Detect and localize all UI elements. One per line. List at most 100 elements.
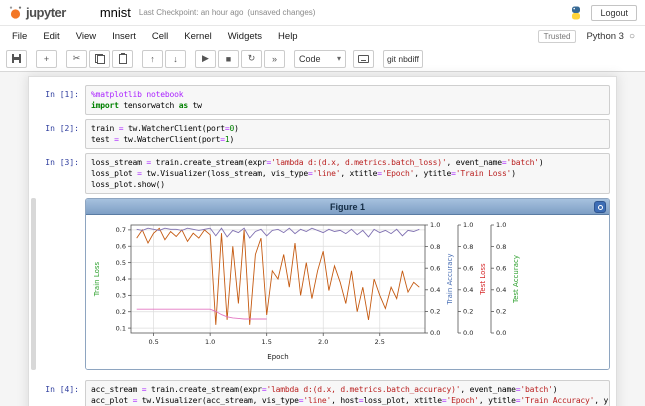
cell-code-input[interactable]: acc_stream = train.create_stream(expr='l… [85,380,610,406]
figure-titlebar[interactable]: Figure 1 [86,199,609,215]
command-palette-button[interactable] [353,50,374,68]
restart-kernel-button[interactable]: ↻ [241,50,262,68]
figure-close-button[interactable] [594,201,606,213]
menu-file[interactable]: File [4,28,35,45]
cells-top: In [1]:%matplotlib notebook import tenso… [29,83,616,196]
copy-icon [95,54,105,64]
move-cell-down-button[interactable]: ↓ [165,50,186,68]
svg-text:0.8: 0.8 [496,243,506,251]
menu-edit[interactable]: Edit [35,28,67,45]
svg-text:1.5: 1.5 [262,338,272,346]
arrow-up-icon: ↑ [150,54,155,64]
code-cell[interactable]: In [4]:acc_stream = train.create_stream(… [29,378,616,406]
scissors-icon: ✂ [73,53,81,64]
menu-bar: File Edit View Insert Cell Kernel Widget… [0,26,645,46]
svg-text:2.0: 2.0 [318,338,328,346]
svg-text:0.2: 0.2 [496,308,506,316]
svg-text:0.4: 0.4 [430,286,440,294]
trusted-badge: Trusted [538,30,577,43]
plus-icon: + [44,54,49,64]
figure-title: Figure 1 [330,202,365,212]
svg-text:0.4: 0.4 [116,275,126,283]
cell-code-input[interactable]: %matplotlib notebook import tensorwatch … [85,85,610,115]
svg-text:2.5: 2.5 [375,338,385,346]
stop-icon: ■ [226,54,231,64]
cell-prompt: In [3]: [35,153,85,194]
jupyter-logo-text: jupyter [26,5,66,20]
restart-run-all-button[interactable]: » [264,50,285,68]
figure-plot: 0.51.01.52.02.5Epoch0.10.20.30.40.50.60.… [89,217,607,367]
notebook-title[interactable]: mnist [100,5,131,20]
menu-view[interactable]: View [68,28,104,45]
svg-text:Train Loss: Train Loss [93,261,101,297]
svg-text:0.6: 0.6 [463,264,473,272]
svg-text:Train Accuracy: Train Accuracy [446,254,454,306]
svg-text:0.5: 0.5 [148,338,158,346]
interrupt-kernel-button[interactable]: ■ [218,50,239,68]
svg-text:1.0: 1.0 [430,221,440,229]
svg-text:1.0: 1.0 [463,221,473,229]
svg-text:0.6: 0.6 [430,264,440,272]
jupyter-logo[interactable]: jupyter [8,5,66,20]
cut-cell-button[interactable]: ✂ [66,50,87,68]
chevron-down-icon: ▾ [337,54,341,63]
arrow-down-icon: ↓ [173,54,178,64]
menu-insert[interactable]: Insert [104,28,144,45]
cell-code-input[interactable]: train = tw.WatcherClient(port=0) test = … [85,119,610,149]
power-icon [598,205,603,210]
python-logo-icon [569,6,583,20]
restart-icon: ↻ [248,53,256,64]
fast-forward-icon: » [272,54,277,64]
notebook-toolbar: + ✂ ↑ ↓ ▶ ■ ↻ » Code ▾ git nbdiff [0,46,645,72]
svg-text:0.4: 0.4 [463,286,473,294]
save-icon [12,54,21,63]
svg-text:0.0: 0.0 [463,329,473,337]
cell-code-input[interactable]: loss_stream = train.create_stream(expr='… [85,153,610,194]
keyboard-icon [358,55,369,63]
jupyter-window: jupyter mnist Last Checkpoint: an hour a… [0,0,645,406]
copy-cell-button[interactable] [89,50,110,68]
code-cell[interactable]: In [1]:%matplotlib notebook import tenso… [29,83,616,117]
cells-bottom: In [4]:acc_stream = train.create_stream(… [29,378,616,406]
svg-text:0.3: 0.3 [116,292,126,300]
svg-text:Epoch: Epoch [267,353,288,361]
svg-text:0.2: 0.2 [430,308,440,316]
cell-prompt: In [4]: [35,380,85,406]
run-icon: ▶ [202,53,209,64]
logout-button[interactable]: Logout [591,5,637,21]
svg-text:1.0: 1.0 [205,338,215,346]
jupyter-logo-icon [8,5,23,20]
menu-cell[interactable]: Cell [144,28,176,45]
run-cell-button[interactable]: ▶ [195,50,216,68]
cell-prompt: In [2]: [35,119,85,149]
insert-cell-button[interactable]: + [36,50,57,68]
figure-widget: Figure 1 0.5 1.0 1.5 2.0 2.5 Epoch 0.1 0.2 0.3 0.… [85,198,610,370]
menu-widgets[interactable]: Widgets [220,28,270,45]
output-collapser[interactable] [31,198,36,370]
git-nbdiff-label: git nbdiff [387,54,419,64]
notebook-header: jupyter mnist Last Checkpoint: an hour a… [0,0,645,26]
kernel-name: Python 3 [586,31,624,42]
svg-text:0.7: 0.7 [116,226,126,234]
svg-text:1.0: 1.0 [496,221,506,229]
cell-type-dropdown[interactable]: Code ▾ [294,50,346,68]
cell-output-area: Figure 1 0.5 1.0 1.5 2.0 2.5 Epoch 0.1 0.2 0.3 0.… [29,196,616,378]
paste-icon [119,54,127,64]
menu-help[interactable]: Help [270,28,306,45]
svg-text:0.6: 0.6 [116,242,126,250]
svg-text:0.8: 0.8 [463,243,473,251]
code-cell[interactable]: In [3]:loss_stream = train.create_stream… [29,151,616,196]
cell-type-value: Code [299,54,321,64]
save-button[interactable] [6,50,27,68]
figure-canvas[interactable]: 0.51.01.52.02.5Epoch0.10.20.30.40.50.60.… [86,215,609,369]
svg-text:0.1: 0.1 [116,324,126,332]
cell-prompt: In [1]: [35,85,85,115]
svg-text:Test Accuracy: Test Accuracy [512,255,520,304]
git-nbdiff-button[interactable]: git nbdiff [383,50,423,68]
menu-kernel[interactable]: Kernel [176,28,219,45]
paste-cell-button[interactable] [112,50,133,68]
svg-text:0.8: 0.8 [430,243,440,251]
svg-text:Test Loss: Test Loss [479,263,487,296]
move-cell-up-button[interactable]: ↑ [142,50,163,68]
code-cell[interactable]: In [2]:train = tw.WatcherClient(port=0) … [29,117,616,151]
